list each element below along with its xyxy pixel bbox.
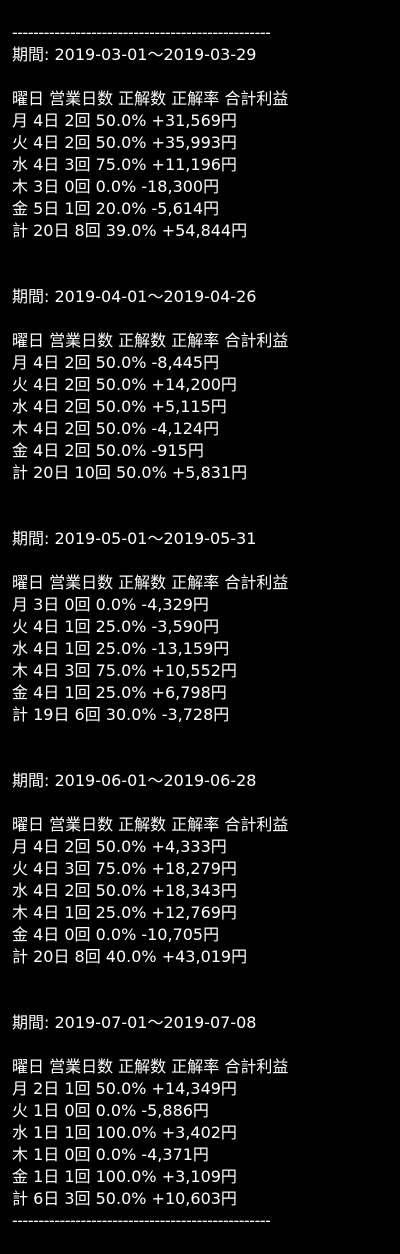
table-row: 火 4日 3回 75.0% +18,279円 (12, 859, 237, 878)
total-row: 計 20日 10回 50.0% +5,831円 (12, 463, 248, 482)
table-header: 曜日 営業日数 正解数 正解率 合計利益 (12, 89, 289, 108)
table-row: 水 4日 3回 75.0% +11,196円 (12, 155, 237, 174)
table-row: 金 5日 1回 20.0% -5,614円 (12, 199, 220, 218)
table-row: 水 1日 1回 100.0% +3,402円 (12, 1123, 237, 1142)
total-row: 計 20日 8回 39.0% +54,844円 (12, 221, 248, 240)
table-row: 月 4日 2回 50.0% +4,333円 (12, 837, 227, 856)
table-row: 木 4日 3回 75.0% +10,552円 (12, 661, 237, 680)
table-row: 水 4日 2回 50.0% +5,115円 (12, 397, 227, 416)
table-row: 水 4日 1回 25.0% -13,159円 (12, 639, 230, 658)
table-header: 曜日 営業日数 正解数 正解率 合計利益 (12, 815, 289, 834)
period-heading: 期間: 2019-03-01～2019-03-29 (12, 45, 257, 64)
table-row: 火 1日 0回 0.0% -5,886円 (12, 1101, 209, 1120)
table-row: 火 4日 1回 25.0% -3,590円 (12, 617, 220, 636)
table-header: 曜日 営業日数 正解数 正解率 合計利益 (12, 573, 289, 592)
table-row: 月 4日 2回 50.0% +31,569円 (12, 111, 237, 130)
table-row: 木 4日 1回 25.0% +12,769円 (12, 903, 237, 922)
table-row: 金 4日 2回 50.0% -915円 (12, 441, 204, 460)
table-row: 木 4日 2回 50.0% -4,124円 (12, 419, 220, 438)
period-section: 期間: 2019-04-01～2019-04-26 曜日 営業日数 正解数 正解… (12, 286, 392, 484)
table-row: 火 4日 2回 50.0% +35,993円 (12, 133, 237, 152)
period-heading: 期間: 2019-05-01～2019-05-31 (12, 529, 257, 548)
period-section: 期間: 2019-07-01～2019-07-08 曜日 営業日数 正解数 正解… (12, 1012, 392, 1210)
top-divider: ----------------------------------------… (12, 23, 271, 42)
total-row: 計 20日 8回 40.0% +43,019円 (12, 947, 248, 966)
period-section: 期間: 2019-05-01～2019-05-31 曜日 営業日数 正解数 正解… (12, 528, 392, 726)
total-row: 計 6日 3回 50.0% +10,603円 (12, 1189, 237, 1208)
table-row: 火 4日 2回 50.0% +14,200円 (12, 375, 237, 394)
table-row: 木 1日 0回 0.0% -4,371円 (12, 1145, 209, 1164)
period-heading: 期間: 2019-06-01～2019-06-28 (12, 771, 257, 790)
table-header: 曜日 営業日数 正解数 正解率 合計利益 (12, 1057, 289, 1076)
table-row: 金 4日 1回 25.0% +6,798円 (12, 683, 227, 702)
total-row: 計 19日 6回 30.0% -3,728円 (12, 705, 230, 724)
table-row: 金 1日 1回 100.0% +3,109円 (12, 1167, 237, 1186)
period-heading: 期間: 2019-07-01～2019-07-08 (12, 1013, 257, 1032)
table-row: 金 4日 0回 0.0% -10,705円 (12, 925, 220, 944)
table-row: 月 3日 0回 0.0% -4,329円 (12, 595, 209, 614)
table-row: 木 3日 0回 0.0% -18,300円 (12, 177, 220, 196)
bottom-divider: ----------------------------------------… (12, 1211, 271, 1230)
results-document: ----------------------------------------… (12, 0, 392, 1232)
period-section: 期間: 2019-03-01～2019-03-29 曜日 営業日数 正解数 正解… (12, 44, 392, 242)
period-heading: 期間: 2019-04-01～2019-04-26 (12, 287, 257, 306)
table-header: 曜日 営業日数 正解数 正解率 合計利益 (12, 331, 289, 350)
period-section: 期間: 2019-06-01～2019-06-28 曜日 営業日数 正解数 正解… (12, 770, 392, 968)
table-row: 水 4日 2回 50.0% +18,343円 (12, 881, 237, 900)
table-row: 月 2日 1回 50.0% +14,349円 (12, 1079, 237, 1098)
table-row: 月 4日 2回 50.0% -8,445円 (12, 353, 220, 372)
